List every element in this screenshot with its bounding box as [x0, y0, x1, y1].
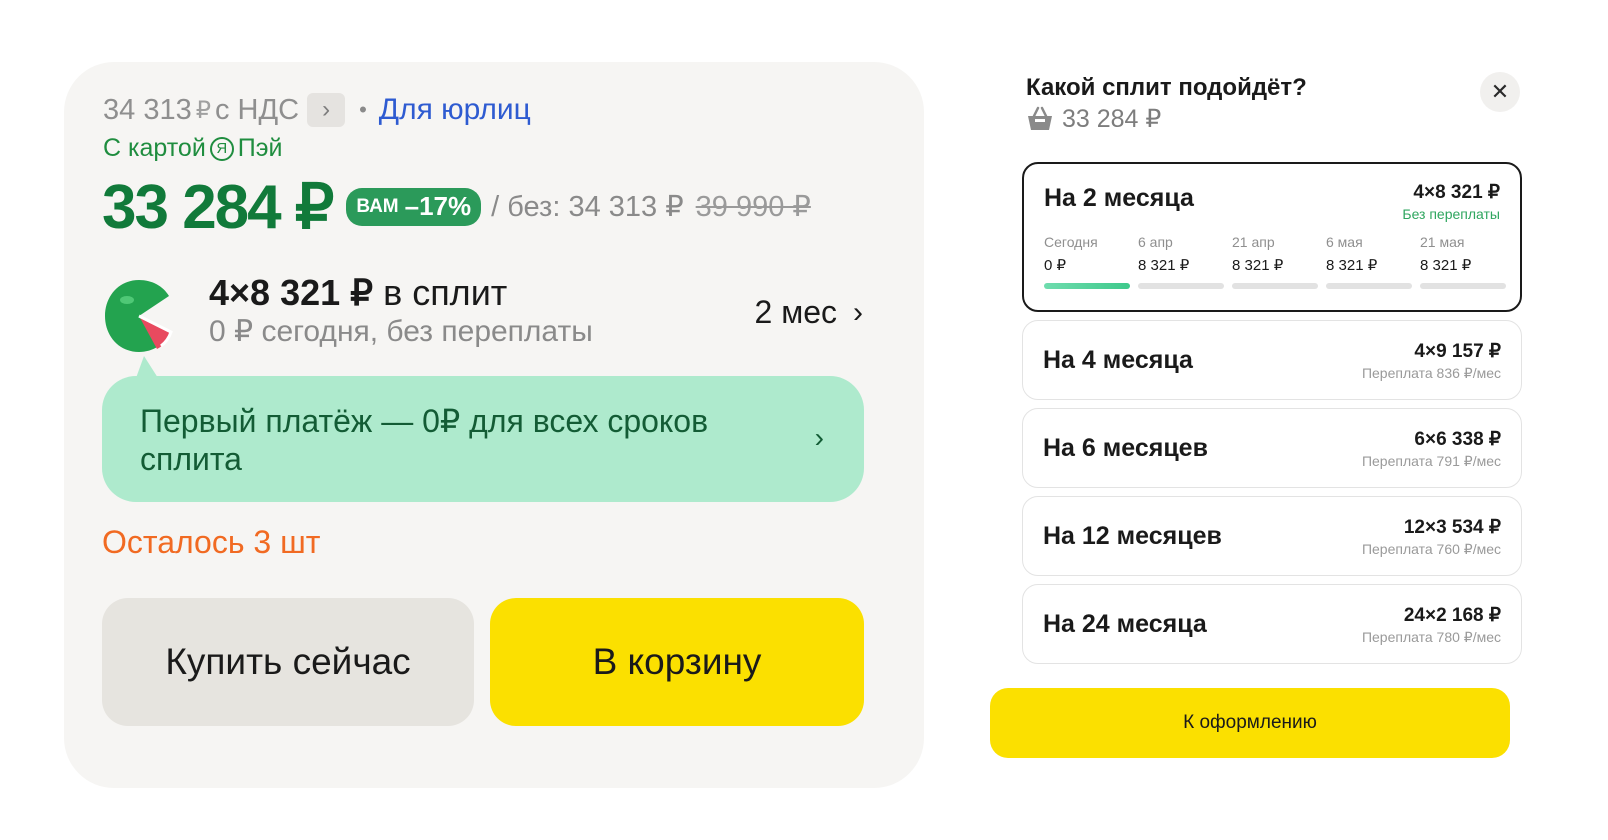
checkout-button[interactable]: К оформлению: [990, 688, 1510, 758]
schedule-progress-bar: [1044, 283, 1130, 289]
split-promo-banner[interactable]: Первый платёж — 0₽ для всех сроков сплит…: [102, 356, 864, 502]
split-plan-6-months[interactable]: На 6 месяцев 6×6 338 ₽ Переплата 791 ₽/м…: [1022, 408, 1522, 488]
plan-name: На 4 месяца: [1043, 346, 1193, 374]
plan-amount: 4×8 321 ₽: [1413, 182, 1500, 203]
card-prefix: С картой: [103, 134, 206, 162]
schedule-amount: 8 321 ₽: [1232, 257, 1284, 274]
plan-amount: 6×6 338 ₽: [1414, 429, 1501, 450]
basket-icon: [1028, 106, 1052, 130]
schedule-item: 21 апр 8 321 ₽: [1232, 234, 1318, 289]
chevron-right-icon: ›: [814, 422, 824, 453]
plan-note: Переплата 760 ₽/мес: [1361, 541, 1501, 557]
plan-note: Переплата 780 ₽/мес: [1361, 629, 1501, 645]
plan-note: Без переплаты: [1402, 206, 1500, 222]
close-icon[interactable]: ✕: [1480, 72, 1520, 112]
buy-now-button[interactable]: Купить сейчас: [102, 598, 474, 726]
watermelon-split-icon: [105, 280, 173, 352]
split-title: 4×8 321 ₽ в сплит: [209, 272, 507, 314]
add-to-cart-button[interactable]: В корзину: [490, 598, 864, 726]
payment-schedule: Сегодня 0 ₽ 6 апр 8 321 ₽ 21 апр 8 321 ₽…: [1044, 234, 1506, 294]
schedule-item: 6 апр 8 321 ₽: [1138, 234, 1224, 289]
promo-text: Первый платёж — 0₽ для всех сроков сплит…: [140, 403, 709, 477]
ya-pay-logo: Я: [209, 136, 234, 161]
schedule-progress-bar: [1232, 283, 1318, 289]
schedule-date: 6 апр: [1138, 234, 1173, 250]
price-row: 33 284 ₽ ВАМ –17% / без: 34 313 ₽ 39 990…: [102, 170, 811, 243]
product-price-card: 34 313 ₽ с НДС › • Для юрлиц С картой Я …: [64, 62, 924, 788]
schedule-date: 6 мая: [1326, 234, 1363, 250]
split-plan-12-months[interactable]: На 12 месяцев 12×3 534 ₽ Переплата 760 ₽…: [1022, 496, 1522, 576]
schedule-progress-bar: [1420, 283, 1506, 289]
split-subtitle: 0 ₽ сегодня, без переплаты: [209, 315, 593, 348]
split-amount: 4×8 321 ₽: [209, 272, 374, 313]
schedule-date: Сегодня: [1044, 234, 1098, 250]
plan-amount: 24×2 168 ₽: [1403, 605, 1501, 626]
plan-note: Переплата 836 ₽/мес: [1361, 365, 1501, 381]
plan-name: На 6 месяцев: [1043, 434, 1208, 462]
price-old: 39 990 ₽: [695, 191, 811, 223]
split-plan-2-months[interactable]: На 2 месяца 4×8 321 ₽ Без переплаты Сего…: [1022, 162, 1522, 312]
schedule-amount: 8 321 ₽: [1326, 257, 1378, 274]
schedule-item: 6 мая 8 321 ₽: [1326, 234, 1412, 289]
legal-entities-link[interactable]: Для юрлиц: [379, 93, 531, 127]
discount-badge: ВАМ –17%: [346, 187, 482, 226]
schedule-progress-bar: [1138, 283, 1224, 289]
split-term-label: 2 мес: [754, 294, 837, 330]
vat-price: 34 313: [103, 93, 192, 126]
split-plan-24-months[interactable]: На 24 месяца 24×2 168 ₽ Переплата 780 ₽/…: [1022, 584, 1522, 664]
schedule-item: Сегодня 0 ₽: [1044, 234, 1130, 289]
price-without-card: / без: 34 313 ₽: [491, 191, 684, 223]
schedule-item: 21 мая 8 321 ₽: [1420, 234, 1506, 289]
schedule-amount: 8 321 ₽: [1420, 257, 1472, 274]
vat-price-row: 34 313 ₽ с НДС › • Для юрлиц: [103, 92, 531, 128]
plan-note: Переплата 791 ₽/мес: [1361, 453, 1501, 469]
discount-value: –17%: [404, 191, 472, 221]
discount-prefix: ВАМ: [356, 195, 399, 217]
speech-tail: [136, 356, 158, 378]
ya-pay-card-row: С картой Я Пэй: [103, 134, 283, 163]
schedule-amount: 0 ₽: [1044, 257, 1067, 274]
split-options-panel: Какой сплит подойдёт? 33 284 ₽ ✕ На 2 ме…: [990, 46, 1590, 786]
stock-left: Осталось 3 шт: [102, 524, 321, 560]
vat-label: с НДС: [214, 93, 300, 126]
dot-separator: •: [359, 97, 367, 122]
split-offer[interactable]: 4×8 321 ₽ в сплит 0 ₽ сегодня, без переп…: [103, 268, 863, 364]
basket-total-value: 33 284 ₽: [1062, 105, 1162, 133]
price-main: 33 284 ₽: [102, 173, 334, 242]
schedule-date: 21 апр: [1232, 234, 1275, 250]
plan-amount: 12×3 534 ₽: [1403, 517, 1501, 538]
schedule-amount: 8 321 ₽: [1138, 257, 1190, 274]
plan-name: На 12 месяцев: [1043, 522, 1222, 550]
card-suffix: Пэй: [237, 134, 283, 162]
plan-amount: 4×9 157 ₽: [1414, 341, 1501, 362]
schedule-progress-bar: [1326, 283, 1412, 289]
chevron-right-icon: ›: [853, 295, 863, 329]
split-term-selector[interactable]: 2 мес ›: [755, 294, 863, 331]
split-plan-4-months[interactable]: На 4 месяца 4×9 157 ₽ Переплата 836 ₽/ме…: [1022, 320, 1522, 400]
chevron-right-icon[interactable]: ›: [307, 93, 346, 127]
vat-currency: ₽: [195, 96, 211, 124]
panel-title: Какой сплит подойдёт?: [1026, 74, 1307, 101]
basket-total: 33 284 ₽: [1026, 104, 1161, 134]
plan-name: На 2 месяца: [1044, 184, 1194, 212]
schedule-date: 21 мая: [1420, 234, 1465, 250]
plan-name: На 24 месяца: [1043, 610, 1207, 638]
split-suffix: в сплит: [383, 272, 508, 313]
